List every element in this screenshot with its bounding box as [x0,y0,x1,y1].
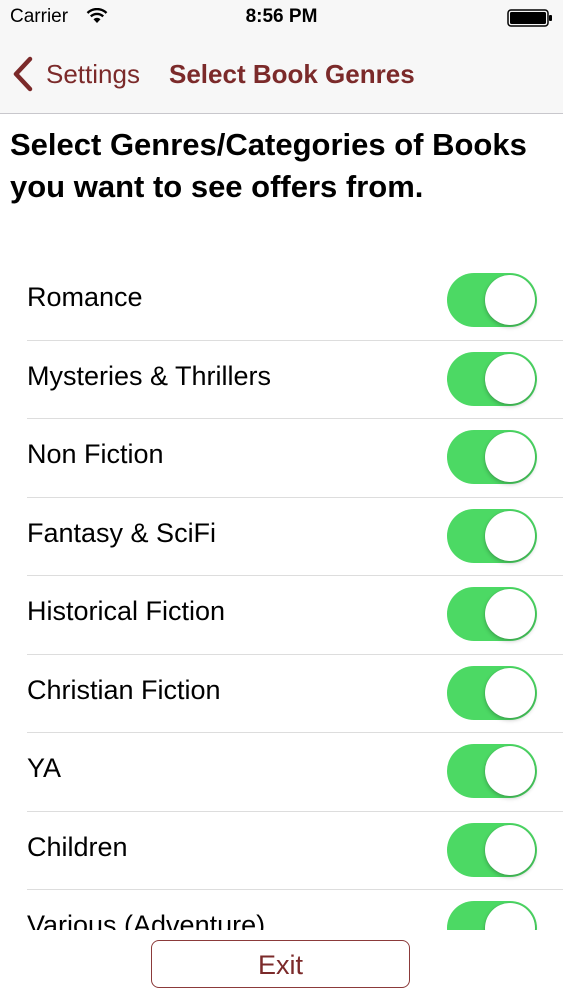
genre-row-various-adventure: Various (Adventure) [27,890,563,930]
toggle-knob [485,589,535,639]
status-time: 8:56 PM [245,6,318,27]
genre-label: Non Fiction [27,439,164,469]
genre-label: Historical Fiction [27,596,226,626]
toggle-various-adventure[interactable] [447,901,537,930]
toggle-historical-fiction[interactable] [447,587,537,641]
genre-row-mysteries-thrillers: Mysteries & Thrillers [27,341,563,419]
toggle-romance[interactable] [447,273,537,327]
back-label: Settings [46,58,140,89]
toggle-children[interactable] [447,822,537,877]
toggle-non-fiction[interactable] [447,430,537,484]
genre-label: Mysteries & Thrillers [27,360,272,391]
toggle-knob [485,667,535,718]
genre-label: Children [27,831,128,862]
genre-row-fantasy-scifi: Fantasy & SciFi [27,498,563,576]
genre-list: Romance Mysteries & Thrillers Non Fictio… [0,262,563,930]
genre-row-christian-fiction: Christian Fiction [27,655,563,733]
toggle-knob [485,903,535,930]
status-bar: Carrier 8:56 PM [0,0,563,38]
section-heading: Select Genres/Categories of Books you wa… [10,127,527,204]
genre-row-ya: YA [27,733,563,812]
toggle-knob [485,746,535,796]
genre-row-children: Children [27,812,563,890]
battery-icon [507,9,552,27]
genre-label: Romance [27,282,143,312]
toggle-knob [485,353,535,404]
genre-label: Fantasy & SciFi [27,517,217,548]
chevron-left-icon [13,56,33,92]
toggle-knob [485,824,535,875]
genre-row-non-fiction: Non Fiction [27,419,563,498]
genre-row-historical-fiction: Historical Fiction [27,576,563,655]
toggle-christian-fiction[interactable] [447,665,537,720]
back-button[interactable]: Settings [12,54,140,94]
navigation-bar: Settings Select Book Genres [0,38,563,114]
page-title: Select Book Genres [169,59,415,89]
genre-label: YA [27,753,62,783]
genre-row-romance: Romance [27,262,563,341]
genre-label: Various (Adventure) [27,910,266,930]
genre-label: Christian Fiction [27,674,221,705]
toggle-fantasy-scifi[interactable] [447,508,537,563]
toggle-knob [485,275,535,325]
toggle-knob [485,510,535,561]
toggle-ya[interactable] [447,744,537,798]
toggle-mysteries-thrillers[interactable] [447,351,537,406]
exit-button[interactable]: Exit [151,940,410,988]
toggle-knob [485,432,535,482]
